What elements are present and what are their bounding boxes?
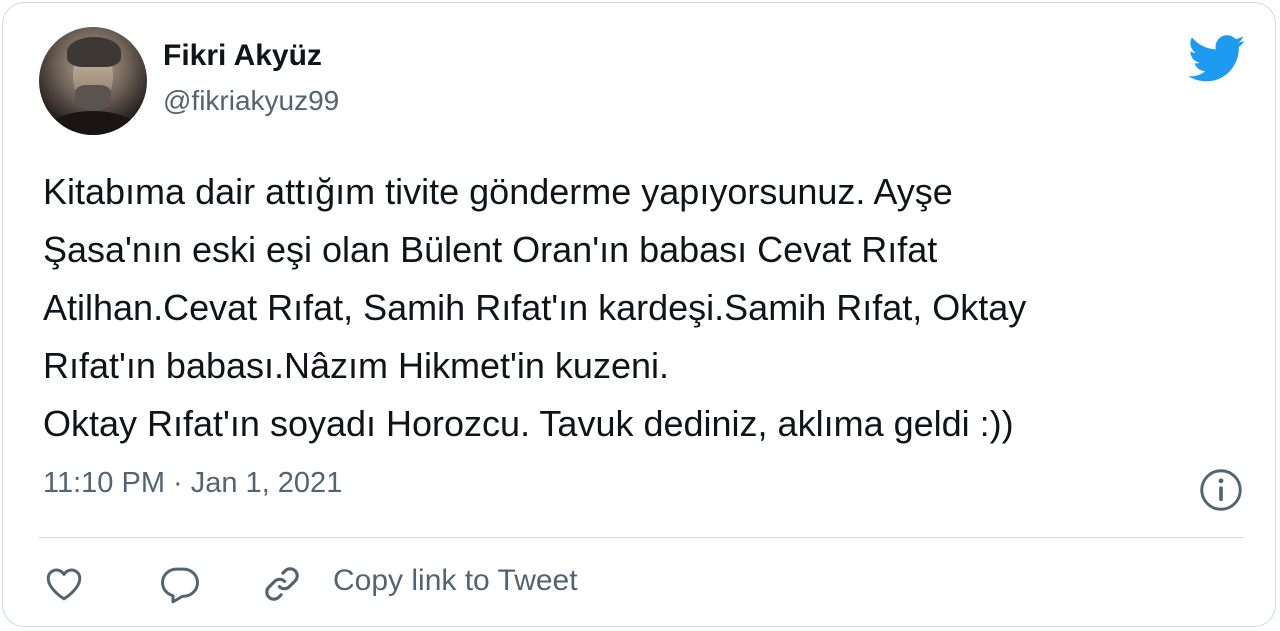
avatar-hair [67, 37, 121, 67]
heart-icon[interactable] [43, 563, 85, 605]
twitter-bird-icon[interactable] [1188, 35, 1246, 83]
copy-link-button[interactable]: Copy link to Tweet [333, 564, 578, 598]
avatar[interactable] [39, 27, 147, 135]
tweet-card: Fikri Akyüz @fikriakyuz99 Kitabıma dair … [2, 2, 1276, 627]
reply-icon[interactable] [159, 563, 201, 605]
avatar-shoulders [47, 111, 139, 135]
avatar-beard [75, 85, 111, 111]
link-icon[interactable] [261, 563, 303, 605]
tweet-timestamp[interactable]: 11:10 PM · Jan 1, 2021 [43, 467, 342, 500]
author-name[interactable]: Fikri Akyüz [163, 39, 322, 73]
divider [39, 537, 1244, 538]
tweet-text: Kitabıma dair attığım tivite gönderme ya… [43, 171, 1027, 444]
author-handle[interactable]: @fikriakyuz99 [163, 85, 339, 117]
info-icon[interactable] [1199, 468, 1243, 512]
